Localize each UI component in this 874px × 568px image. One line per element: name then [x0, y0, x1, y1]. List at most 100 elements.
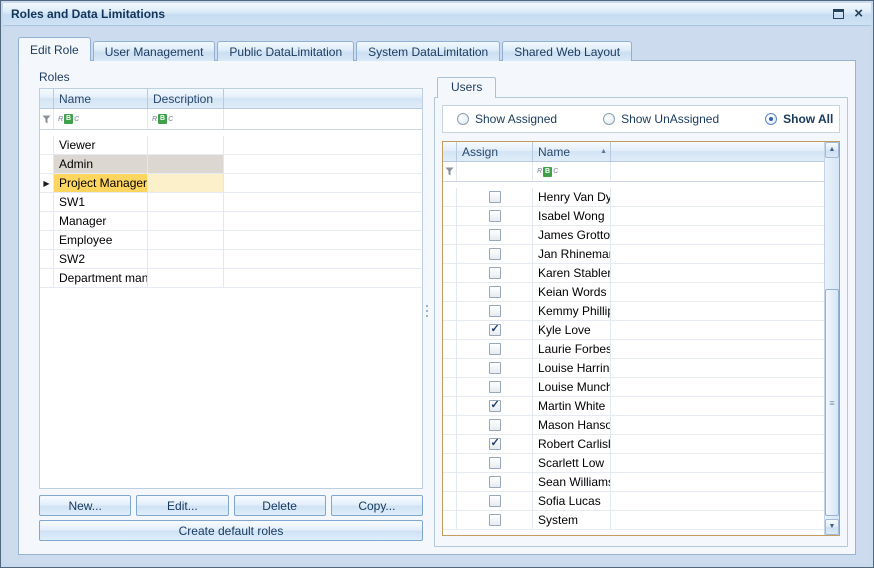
roles-grid-row[interactable]: SW2	[40, 250, 422, 269]
delete-button[interactable]: Delete	[234, 495, 326, 516]
user-name-cell[interactable]: Scarlett Low	[533, 454, 611, 473]
user-name-cell[interactable]: James Grotto	[533, 226, 611, 245]
assign-checkbox[interactable]	[489, 362, 501, 374]
user-name-cell[interactable]: Sofia Lucas	[533, 492, 611, 511]
users-grid-row[interactable]: Louise Munch	[443, 378, 824, 397]
users-grid-row[interactable]: Sofia Lucas	[443, 492, 824, 511]
user-name-cell[interactable]: Robert Carlisle	[533, 435, 611, 454]
users-grid-row[interactable]: Isabel Wong	[443, 207, 824, 226]
role-name-cell[interactable]: Manager	[54, 212, 148, 231]
user-name-cell[interactable]: Keian Words	[533, 283, 611, 302]
users-grid-row[interactable]: Louise Harring	[443, 359, 824, 378]
maximize-icon[interactable]	[833, 9, 844, 19]
user-name-cell[interactable]: Isabel Wong	[533, 207, 611, 226]
users-filter-cell-name[interactable]: RBC	[533, 162, 611, 181]
roles-grid-row[interactable]: Viewer	[40, 136, 422, 155]
role-description-cell[interactable]	[148, 212, 224, 231]
close-icon[interactable]: ×	[854, 9, 863, 19]
scrollbar-thumb[interactable]: ≡	[825, 289, 839, 516]
assign-checkbox[interactable]	[489, 286, 501, 298]
user-name-cell[interactable]: Louise Munch	[533, 378, 611, 397]
radio-show-unassigned[interactable]: Show UnAssigned	[603, 112, 719, 126]
assign-cell[interactable]	[457, 188, 533, 207]
assign-cell[interactable]	[457, 321, 533, 340]
assign-checkbox[interactable]	[489, 229, 501, 241]
role-description-cell[interactable]	[148, 269, 224, 288]
assign-checkbox[interactable]	[489, 305, 501, 317]
title-bar[interactable]: Roles and Data Limitations ×	[3, 3, 871, 26]
user-name-cell[interactable]: Karen Stabler	[533, 264, 611, 283]
role-description-cell[interactable]	[148, 193, 224, 212]
assign-cell[interactable]	[457, 454, 533, 473]
tab-public-datalimitation[interactable]: Public DataLimitation	[217, 41, 354, 61]
users-vertical-scrollbar[interactable]: ▲ ≡ ▼	[824, 142, 839, 535]
tab-shared-web-layout[interactable]: Shared Web Layout	[502, 41, 632, 61]
users-grid-row[interactable]: Henry Van Dyc	[443, 188, 824, 207]
users-grid-row[interactable]: Jan Rhineman	[443, 245, 824, 264]
roles-filter-cell-name[interactable]: RBC	[54, 109, 148, 129]
panel-splitter[interactable]	[423, 291, 431, 331]
user-name-cell[interactable]: Kyle Love	[533, 321, 611, 340]
assign-checkbox[interactable]	[489, 210, 501, 222]
roles-filter-cell-description[interactable]: RBC	[148, 109, 224, 129]
assign-checkbox[interactable]	[489, 343, 501, 355]
role-name-cell[interactable]: Admin	[54, 155, 148, 174]
user-name-cell[interactable]: Kemmy Phillips	[533, 302, 611, 321]
roles-grid-row[interactable]: Department mana	[40, 269, 422, 288]
edit-button[interactable]: Edit...	[136, 495, 228, 516]
assign-cell[interactable]	[457, 226, 533, 245]
users-grid-row[interactable]: Scarlett Low	[443, 454, 824, 473]
roles-grid-row[interactable]: Employee	[40, 231, 422, 250]
assign-cell[interactable]	[457, 473, 533, 492]
assign-cell[interactable]	[457, 340, 533, 359]
new-button[interactable]: New...	[39, 495, 131, 516]
roles-grid-row[interactable]: SW1	[40, 193, 422, 212]
assign-cell[interactable]	[457, 397, 533, 416]
role-name-cell[interactable]: Employee	[54, 231, 148, 250]
role-name-cell[interactable]: SW2	[54, 250, 148, 269]
scroll-up-icon[interactable]: ▲	[825, 142, 839, 158]
role-name-cell[interactable]: Viewer	[54, 136, 148, 155]
role-description-cell[interactable]	[148, 174, 224, 193]
abc-filter-type-icon[interactable]: RBC	[537, 167, 558, 177]
radio-show-all[interactable]: Show All	[765, 112, 833, 126]
roles-grid-row[interactable]: Admin	[40, 155, 422, 174]
abc-filter-type-icon[interactable]: RBC	[152, 114, 173, 124]
tab-system-datalimitation[interactable]: System DataLimitation	[356, 41, 500, 61]
users-tab[interactable]: Users	[437, 77, 496, 98]
assign-checkbox[interactable]	[489, 324, 501, 336]
users-grid-row[interactable]: Kemmy Phillips	[443, 302, 824, 321]
tab-edit-role[interactable]: Edit Role	[18, 37, 91, 61]
assign-checkbox[interactable]	[489, 419, 501, 431]
assign-cell[interactable]	[457, 435, 533, 454]
assign-cell[interactable]	[457, 416, 533, 435]
assign-cell[interactable]	[457, 378, 533, 397]
assign-cell[interactable]	[457, 302, 533, 321]
users-grid-row[interactable]: Keian Words	[443, 283, 824, 302]
assign-cell[interactable]	[457, 245, 533, 264]
user-name-cell[interactable]: Martin White	[533, 397, 611, 416]
user-name-cell[interactable]: System	[533, 511, 611, 530]
users-filter-cell-assign[interactable]	[457, 162, 533, 181]
assign-checkbox[interactable]	[489, 400, 501, 412]
role-description-cell[interactable]	[148, 231, 224, 250]
users-grid-row[interactable]: Mason Hansor	[443, 416, 824, 435]
roles-column-header-description[interactable]: Description	[148, 89, 224, 108]
users-grid-row[interactable]: System	[443, 511, 824, 530]
radio-show-assigned[interactable]: Show Assigned	[457, 112, 557, 126]
role-name-cell[interactable]: Project Manager	[54, 174, 148, 193]
role-name-cell[interactable]: SW1	[54, 193, 148, 212]
roles-column-header-name[interactable]: Name	[54, 89, 148, 108]
tab-user-management[interactable]: User Management	[93, 41, 216, 61]
users-grid-row[interactable]: Karen Stabler	[443, 264, 824, 283]
assign-checkbox[interactable]	[489, 438, 501, 450]
users-grid-row[interactable]: Martin White	[443, 397, 824, 416]
user-name-cell[interactable]: Sean Williams	[533, 473, 611, 492]
user-name-cell[interactable]: Henry Van Dyc	[533, 188, 611, 207]
assign-checkbox[interactable]	[489, 191, 501, 203]
user-name-cell[interactable]: Jan Rhineman	[533, 245, 611, 264]
assign-checkbox[interactable]	[489, 248, 501, 260]
users-grid-row[interactable]: Kyle Love	[443, 321, 824, 340]
role-description-cell[interactable]	[148, 155, 224, 174]
users-grid-row[interactable]: Sean Williams	[443, 473, 824, 492]
